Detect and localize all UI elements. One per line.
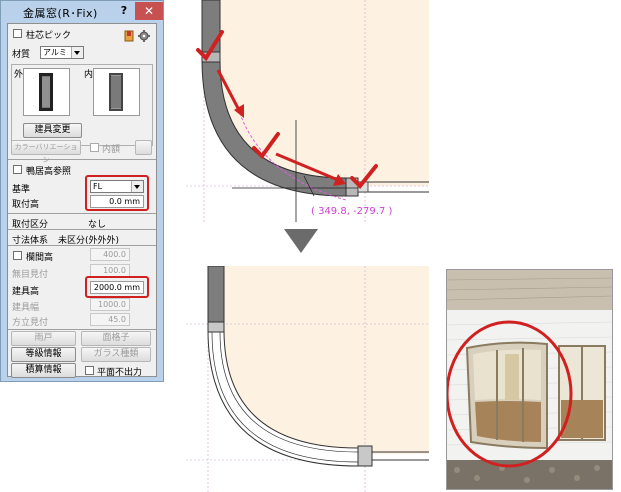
no-mullion-label: 無目見付 (12, 270, 49, 280)
transom-height-input[interactable]: 400.0 (90, 248, 130, 261)
step-down-arrow (284, 229, 318, 255)
transom-height-label: 欄間高 (26, 253, 54, 263)
dialog-title: 金属窓(R･Fix) (23, 7, 98, 20)
help-button[interactable]: ? (117, 3, 131, 19)
divider (8, 229, 156, 230)
brick-band (447, 270, 612, 310)
window-properties-dialog: 金属窓(R･Fix) ? ✕ 柱芯ピック 材質 アルミ 外 内 建具変更 カラー… (0, 0, 164, 382)
bookmark-icon[interactable] (124, 27, 134, 42)
inner-frame-button[interactable] (135, 140, 152, 155)
transom-checkbox[interactable] (13, 251, 22, 260)
dialog-titlebar[interactable]: 金属窓(R･Fix) ? ✕ (1, 1, 163, 23)
plan-drawing-step2 (186, 266, 429, 492)
mullion-label: 方立見付 (12, 318, 49, 328)
color-variation-button[interactable]: カラーバリエーション (11, 140, 81, 164)
plan-drawing-step1: ( 349.8, -279.7 ) (186, 0, 429, 222)
inside-preview-image (93, 68, 140, 116)
curtain (505, 354, 519, 400)
chevron-down-icon (71, 47, 83, 58)
reference-label: 基準 (12, 185, 31, 195)
3d-render-image (447, 270, 612, 489)
pillar-mark-right (357, 445, 373, 467)
grade-info-button[interactable]: 等級情報 (11, 347, 76, 362)
outside-preview-image (23, 68, 70, 116)
divider (8, 329, 156, 330)
inner-frame-checkbox[interactable] (90, 143, 99, 152)
material-select[interactable]: アルミ (40, 46, 84, 59)
gear-icon[interactable] (138, 27, 150, 42)
divider (8, 159, 156, 160)
fitting-width-label: 建具幅 (12, 303, 40, 313)
no-plan-output-checkbox[interactable] (85, 366, 94, 375)
material-label: 材質 (12, 50, 31, 60)
pillar-pick-checkbox[interactable] (13, 29, 22, 38)
divider (8, 213, 156, 214)
inner-frame-label: 内額 (102, 145, 121, 155)
coordinate-readout: ( 349.8, -279.7 ) (311, 206, 392, 217)
wall-left (207, 266, 225, 325)
3d-render-view[interactable] (446, 269, 613, 490)
sill-height-ref-checkbox[interactable] (13, 165, 22, 174)
no-plan-output-label: 平面不出力 (97, 368, 143, 378)
fitting-height-label: 建具高 (12, 287, 40, 297)
bay-window-floor (475, 401, 541, 442)
dialog-content: 柱芯ピック 材質 アルミ 外 内 建具変更 カラーバリエーション 内額 鴨居高参… (7, 23, 157, 378)
mullion-input[interactable]: 45.0 (90, 313, 130, 326)
outside-label: 外 (14, 70, 24, 80)
cad-plan-view-result[interactable] (186, 266, 429, 492)
shutter-button[interactable]: 雨戸 (11, 331, 76, 346)
glass-type-button[interactable]: ガラス種類 (81, 347, 151, 362)
pillar-mark-top (207, 321, 225, 333)
fitting-width-input[interactable]: 1000.0 (90, 298, 130, 311)
mount-height-label: 取付高 (12, 200, 40, 210)
divider (8, 245, 156, 246)
change-fitting-button[interactable]: 建具変更 (23, 123, 82, 138)
estimate-info-button[interactable]: 積算情報 (11, 363, 76, 378)
close-button[interactable]: ✕ (135, 2, 163, 20)
pillar-pick-label: 柱芯ピック (26, 31, 72, 41)
material-value: アルミ (43, 48, 67, 57)
cad-plan-view-placing[interactable]: ( 349.8, -279.7 ) (186, 0, 429, 222)
grille-button[interactable]: 面格子 (81, 331, 151, 346)
inside-label: 内 (84, 70, 94, 80)
ground (447, 460, 612, 489)
highlight-box-fitting-height (85, 276, 149, 298)
sill-height-ref-label: 鴨居高参照 (26, 167, 72, 177)
highlight-box-reference (85, 175, 149, 211)
